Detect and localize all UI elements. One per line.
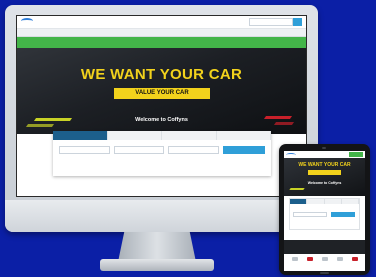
decor-stripe <box>289 188 305 190</box>
tablet-dark-section <box>284 240 365 254</box>
monitor-base <box>100 259 214 271</box>
tablet-menu-button[interactable] <box>349 152 363 157</box>
hero-banner: WE WANT YOUR CAR VALUE YOUR CAR Welcome … <box>17 48 306 134</box>
brand-icon[interactable] <box>321 257 328 261</box>
widget-tab[interactable] <box>107 131 162 140</box>
widget-select[interactable] <box>168 146 220 154</box>
home-indicator <box>320 272 329 274</box>
widget-fields <box>53 140 271 154</box>
brand-icon[interactable] <box>351 257 358 261</box>
widget-tabs <box>53 131 271 140</box>
search-button[interactable] <box>293 18 302 26</box>
tablet-device: WE WANT YOUR CAR Welcome to Coffyns <box>279 144 370 275</box>
widget-select[interactable] <box>59 146 110 154</box>
tablet-logo-icon[interactable] <box>286 152 296 157</box>
hero-title: WE WANT YOUR CAR <box>80 66 243 83</box>
desktop-screen: WE WANT YOUR CAR VALUE YOUR CAR Welcome … <box>16 15 307 197</box>
tablet-screen: WE WANT YOUR CAR Welcome to Coffyns <box>284 151 365 271</box>
widget-select[interactable] <box>113 146 165 154</box>
search-bar <box>249 18 302 26</box>
tablet-hero-title: WE WANT YOUR CAR <box>298 162 351 168</box>
search-input[interactable] <box>249 18 293 26</box>
tablet-header <box>284 151 365 158</box>
tablet-value-button[interactable] <box>308 170 341 175</box>
widget-submit-button[interactable] <box>223 146 266 154</box>
tablet-brand-icons <box>284 254 365 264</box>
promo-bar <box>17 37 306 48</box>
tablet-widget-tabs <box>290 199 359 204</box>
valuation-widget <box>53 131 271 176</box>
widget-tab[interactable] <box>53 131 108 140</box>
brand-icon[interactable] <box>291 257 298 261</box>
desktop-monitor: WE WANT YOUR CAR VALUE YOUR CAR Welcome … <box>5 5 318 232</box>
decor-stripe <box>25 124 55 127</box>
tablet-welcome-heading: Welcome to Coffyns <box>307 181 342 185</box>
monitor-chin <box>5 200 318 232</box>
widget-tab[interactable] <box>216 131 271 140</box>
widget-tab[interactable] <box>162 131 217 140</box>
main-nav <box>17 29 306 37</box>
site-header <box>17 16 306 29</box>
tablet-widget-submit[interactable] <box>331 212 355 217</box>
tablet-widget-select[interactable] <box>293 212 327 217</box>
tablet-hero: WE WANT YOUR CAR Welcome to Coffyns <box>284 158 365 196</box>
welcome-heading: Welcome to Coffyns <box>135 117 188 123</box>
logo-swoosh-icon <box>21 18 33 24</box>
tablet-valuation-widget <box>289 198 360 230</box>
brand-icon[interactable] <box>306 257 313 261</box>
value-your-car-button[interactable]: VALUE YOUR CAR <box>114 88 210 99</box>
site-logo[interactable] <box>21 18 43 26</box>
brand-icon[interactable] <box>336 257 343 261</box>
monitor-stand <box>118 232 196 262</box>
camera-icon <box>322 147 326 149</box>
